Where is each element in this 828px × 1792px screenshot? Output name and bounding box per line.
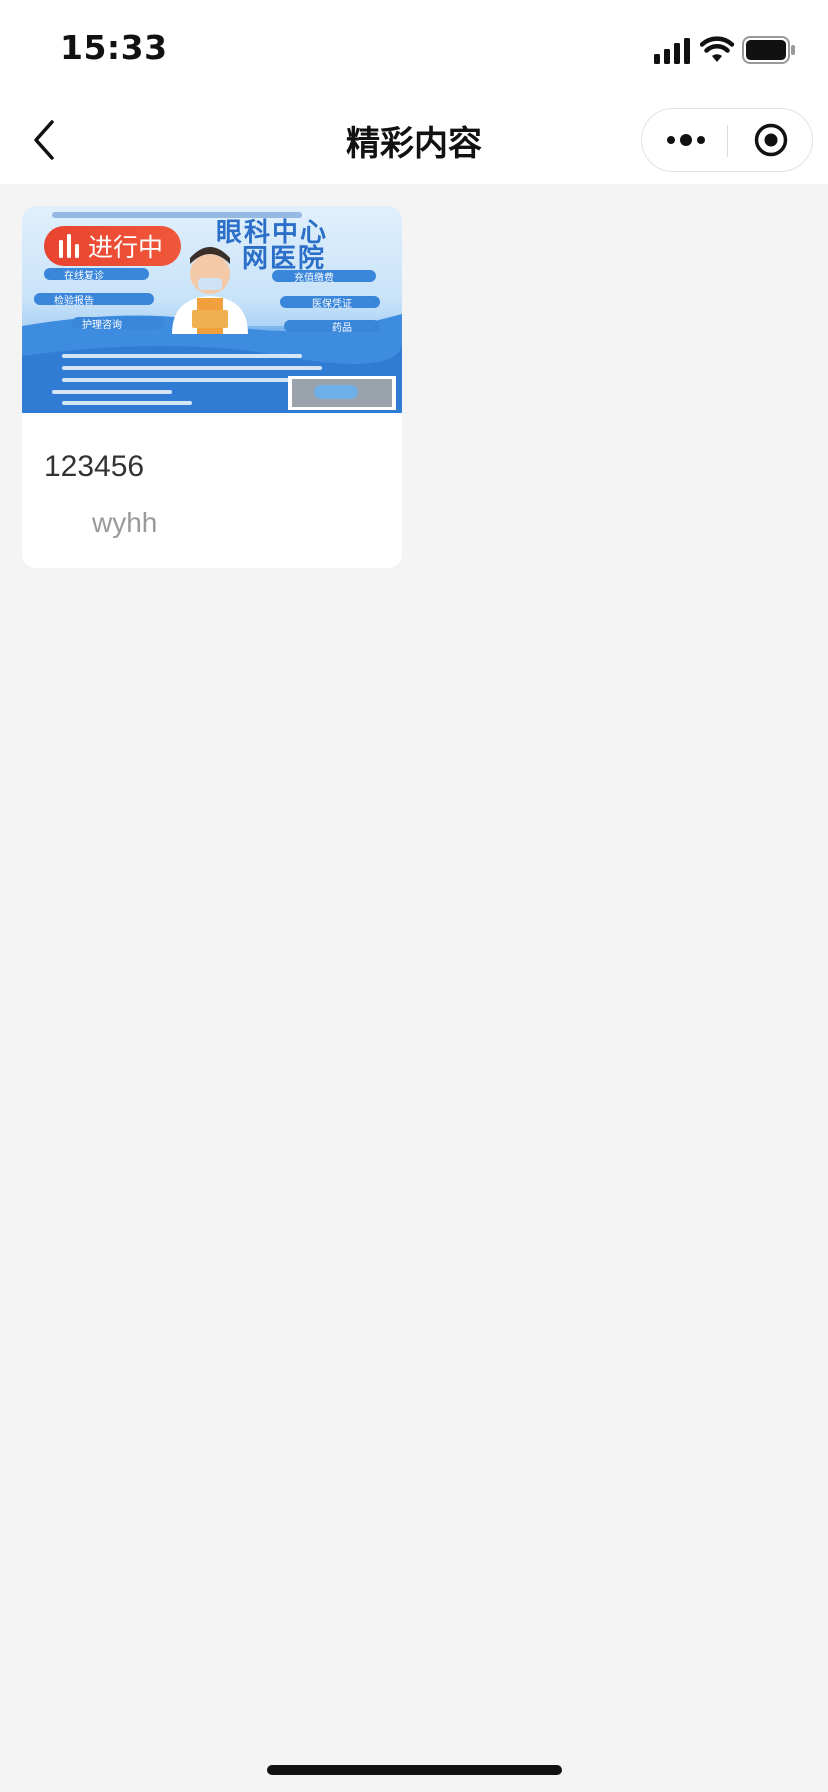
more-button[interactable] xyxy=(642,109,727,171)
status-time: 15:33 xyxy=(60,28,168,67)
live-status-badge: 进行中 xyxy=(44,226,182,266)
close-icon xyxy=(754,123,788,157)
card-author: wyhh xyxy=(92,507,158,538)
poster-service-label: 医保凭证 xyxy=(312,299,352,310)
more-icon xyxy=(667,134,705,146)
poster-service-label: 护理咨询 xyxy=(82,320,122,331)
poster-service-label: 在线复诊 xyxy=(64,271,104,282)
close-button[interactable] xyxy=(728,109,813,171)
content-card[interactable]: 眼科中心 网医院 在线复诊 充值缴费 检验报告 医保凭证 护理咨询 药品 进行中… xyxy=(22,206,402,568)
poster-service-label: 充值缴费 xyxy=(294,273,334,284)
poster-service-label: 检验报告 xyxy=(54,296,94,307)
card-title: 123456 xyxy=(44,450,145,483)
mini-program-capsule xyxy=(641,108,813,172)
home-indicator xyxy=(267,1765,562,1775)
signal-icon xyxy=(654,38,690,64)
live-bars-icon xyxy=(59,234,79,258)
poster-service-label: 药品 xyxy=(332,323,352,334)
wifi-icon xyxy=(700,36,734,62)
battery-icon xyxy=(742,36,795,64)
nav-bar: 精彩内容 xyxy=(0,96,828,184)
status-bar: 15:33 xyxy=(0,0,828,96)
live-status-text: 进行中 xyxy=(88,233,164,262)
poster-image: 眼科中心 网医院 在线复诊 充值缴费 检验报告 医保凭证 护理咨询 药品 进行中 xyxy=(22,206,402,413)
